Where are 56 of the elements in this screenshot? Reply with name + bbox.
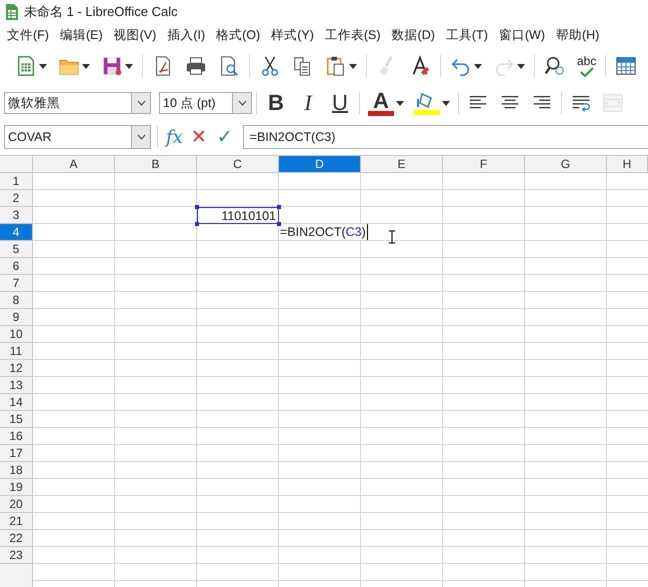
menu-item[interactable]: 插入(I) (162, 26, 212, 44)
formula-input-field[interactable]: =BIN2OCT(C3) (242, 125, 648, 149)
function-wizard-button[interactable]: fx (166, 126, 183, 148)
column-header[interactable]: E (361, 156, 443, 173)
column-header[interactable]: C (197, 156, 279, 173)
dropdown-arrow-icon[interactable] (349, 64, 357, 68)
italic-button[interactable]: I (297, 91, 319, 115)
menu-item[interactable]: 编辑(E) (54, 26, 109, 44)
column-header[interactable]: D (279, 156, 361, 173)
underline-button[interactable]: U (329, 91, 351, 115)
font-size-field[interactable]: 10 点 (pt) (159, 92, 252, 114)
column-header[interactable]: F (443, 156, 525, 173)
dropdown-arrow-icon[interactable] (125, 64, 133, 68)
menu-item[interactable]: 样式(Y) (266, 26, 320, 44)
menu-item[interactable]: 视图(V) (108, 26, 162, 44)
cancel-button[interactable]: ✕ (190, 126, 207, 148)
scissors-icon[interactable] (259, 55, 281, 77)
name-box[interactable]: COVAR (4, 125, 151, 149)
spreadsheet-icon[interactable] (15, 55, 37, 77)
dropdown-arrow-icon[interactable] (442, 100, 450, 106)
clipboard-icon[interactable] (325, 55, 347, 77)
cell-grid[interactable]: 11010101 =BIN2OCT(C3) (33, 173, 648, 587)
menu-item[interactable]: 工具(T) (440, 26, 494, 44)
font-color-button[interactable]: A (368, 90, 394, 116)
column-header[interactable]: A (33, 156, 115, 173)
menu-item[interactable]: 格式(O) (211, 26, 266, 44)
column-header[interactable]: H (607, 156, 648, 173)
toolbar-button[interactable] (15, 55, 47, 77)
spreadsheet-icon (6, 4, 18, 20)
dropdown-arrow-icon[interactable] (396, 100, 404, 106)
menu-item[interactable]: 窗口(W) (494, 26, 551, 44)
menu-item[interactable]: 数据(D) (386, 26, 441, 44)
menu-item[interactable]: 帮助(H) (550, 26, 606, 44)
toolbar-button[interactable] (414, 91, 450, 115)
column-header[interactable]: G (525, 156, 607, 173)
toolbar-button[interactable]: A (368, 90, 404, 116)
dropdown-arrow-icon[interactable] (82, 64, 90, 68)
window-title: 未命名 1 - LibreOffice Calc (24, 3, 178, 21)
menu-item[interactable]: 文件(F) (2, 26, 55, 44)
dropdown-arrow-icon[interactable] (39, 64, 47, 68)
toolbar-button[interactable] (325, 55, 357, 77)
find-replace-icon[interactable] (544, 55, 566, 77)
table-grid-icon[interactable] (615, 55, 638, 77)
menu-item[interactable]: 工作表(S) (320, 26, 387, 44)
cell-formula-editor[interactable]: =BIN2OCT(C3) (280, 224, 368, 240)
highlighter-icon[interactable] (414, 91, 440, 115)
dropdown-arrow-icon[interactable] (474, 64, 482, 68)
toolbar-button[interactable] (101, 55, 133, 77)
printer-icon[interactable] (185, 55, 207, 77)
row-header[interactable]: 4 (0, 224, 32, 241)
page-preview-icon[interactable] (218, 55, 240, 77)
font-name-field[interactable]: 微软雅黑 (4, 92, 151, 114)
cell-value: 11010101 (197, 207, 279, 224)
bold-button[interactable]: B (265, 91, 287, 115)
text-cursor-icon (388, 230, 396, 244)
column-header[interactable]: B (115, 156, 197, 173)
